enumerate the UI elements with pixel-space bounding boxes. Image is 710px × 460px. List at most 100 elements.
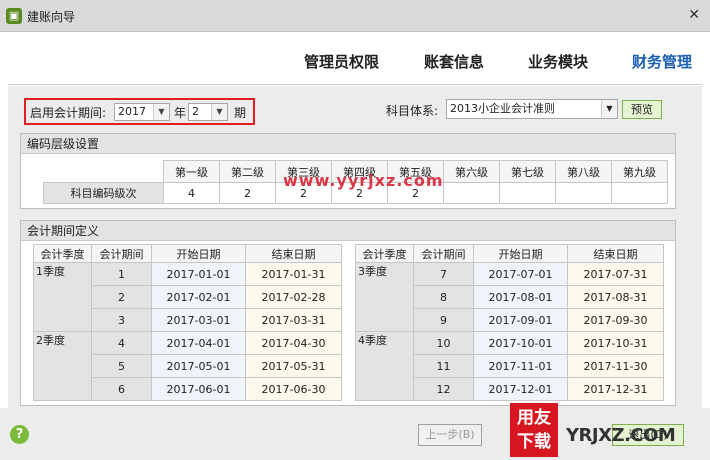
end-date-cell[interactable]: 2017-06-30 <box>245 377 342 401</box>
chevron-down-icon[interactable]: ▼ <box>153 104 169 120</box>
end-date-cell[interactable]: 2017-04-30 <box>245 331 342 355</box>
start-date-cell[interactable]: 2017-04-01 <box>151 331 246 355</box>
watermark-logo-text: YRJXZ.COM <box>566 425 676 446</box>
level-header: 第七级 <box>499 160 556 183</box>
period-cell: 10 <box>413 331 474 355</box>
month-value: 2 <box>192 105 199 118</box>
col-end-date: 结束日期 <box>245 244 342 263</box>
end-date-cell[interactable]: 2017-05-31 <box>245 354 342 378</box>
end-date-cell[interactable]: 2017-09-30 <box>567 308 664 332</box>
table-row: 2季度 4 2017-04-01 2017-04-30 <box>33 331 342 401</box>
app-icon: ▣ <box>6 8 22 24</box>
start-date-cell[interactable]: 2017-06-01 <box>151 377 246 401</box>
period-table-left: 会计季度 会计期间 开始日期 结束日期 1季度 1 2017-01-01 201… <box>33 244 342 401</box>
quarter-cell: 3季度 <box>355 262 414 332</box>
level-value[interactable] <box>611 182 668 204</box>
level-header: 第六级 <box>443 160 500 183</box>
title-bar: ▣ 建账向导 ✕ <box>0 0 710 32</box>
start-date-cell[interactable]: 2017-08-01 <box>473 285 568 309</box>
step-finance-management[interactable]: 财务管理 <box>632 51 692 72</box>
period-cell: 9 <box>413 308 474 332</box>
help-icon[interactable]: ? <box>10 425 29 444</box>
level-header: 第九级 <box>611 160 668 183</box>
period-cell: 8 <box>413 285 474 309</box>
period-table-right: 会计季度 会计期间 开始日期 结束日期 3季度 7 2017-07-01 201… <box>355 244 664 401</box>
step-account-info[interactable]: 账套信息 <box>424 51 484 72</box>
col-period: 会计期间 <box>413 244 474 263</box>
end-date-cell[interactable]: 2017-11-30 <box>567 354 664 378</box>
period-cell: 3 <box>91 308 152 332</box>
code-level-title: 编码层级设置 <box>21 134 675 154</box>
start-date-cell[interactable]: 2017-12-01 <box>473 377 568 401</box>
month-unit: 期 <box>234 106 247 120</box>
period-cell: 5 <box>91 354 152 378</box>
year-select[interactable]: 2017 ▼ <box>114 103 170 121</box>
period-definition-title: 会计期间定义 <box>21 221 675 241</box>
end-date-cell[interactable]: 2017-07-31 <box>567 262 664 286</box>
end-date-cell[interactable]: 2017-12-31 <box>567 377 664 401</box>
year-value: 2017 <box>118 105 146 118</box>
table-corner <box>43 160 164 183</box>
badge-bottom-text: 下载 <box>517 432 551 452</box>
chevron-down-icon[interactable]: ▼ <box>211 104 227 120</box>
subject-system-label: 科目体系: <box>386 104 439 118</box>
start-period-label: 启用会计期间: <box>30 106 107 120</box>
col-period: 会计期间 <box>91 244 152 263</box>
period-cell: 4 <box>91 331 152 355</box>
level-value[interactable]: 4 <box>163 182 220 204</box>
close-icon[interactable]: ✕ <box>688 7 700 23</box>
end-date-cell[interactable]: 2017-10-31 <box>567 331 664 355</box>
start-date-cell[interactable]: 2017-01-01 <box>151 262 246 286</box>
period-definition-group: 会计期间定义 会计季度 会计期间 开始日期 结束日期 1季度 1 2017-01… <box>20 220 676 406</box>
preview-button[interactable]: 预览 <box>622 100 662 119</box>
start-date-cell[interactable]: 2017-09-01 <box>473 308 568 332</box>
col-start-date: 开始日期 <box>473 244 568 263</box>
level-header: 第二级 <box>219 160 276 183</box>
period-cell: 11 <box>413 354 474 378</box>
level-header: 第一级 <box>163 160 220 183</box>
level-header: 第八级 <box>555 160 612 183</box>
end-date-cell[interactable]: 2017-03-31 <box>245 308 342 332</box>
quarter-cell: 2季度 <box>33 331 92 401</box>
wizard-steps: 管理员权限 账套信息 业务模块 财务管理 <box>8 33 702 85</box>
level-value[interactable] <box>443 182 500 204</box>
start-period-box: 启用会计期间: 2017 ▼ 年 2 ▼ 期 <box>24 98 255 125</box>
start-date-cell[interactable]: 2017-03-01 <box>151 308 246 332</box>
end-date-cell[interactable]: 2017-02-28 <box>245 285 342 309</box>
period-cell: 2 <box>91 285 152 309</box>
period-cell: 7 <box>413 262 474 286</box>
end-date-cell[interactable]: 2017-08-31 <box>567 285 664 309</box>
badge-top-text: 用友 <box>517 408 551 428</box>
period-cell: 12 <box>413 377 474 401</box>
col-end-date: 结束日期 <box>567 244 664 263</box>
table-row: 1季度 1 2017-01-01 2017-01-31 <box>33 262 342 332</box>
code-level-row-label: 科目编码级次 <box>43 182 164 204</box>
wizard-content: 启用会计期间: 2017 ▼ 年 2 ▼ 期 科目体系: 2013小企业会计准则… <box>8 86 702 460</box>
end-date-cell[interactable]: 2017-01-31 <box>245 262 342 286</box>
watermark-logo-badge: 用友 下载 <box>510 403 558 457</box>
window-title: 建账向导 <box>27 10 76 24</box>
subject-system-select[interactable]: 2013小企业会计准则 ▼ <box>446 99 618 119</box>
prev-step-button[interactable]: 上一步(B) <box>418 424 482 446</box>
period-cell: 6 <box>91 377 152 401</box>
subject-system-value: 2013小企业会计准则 <box>450 102 555 115</box>
year-unit: 年 <box>174 106 187 120</box>
start-date-cell[interactable]: 2017-07-01 <box>473 262 568 286</box>
start-date-cell[interactable]: 2017-10-01 <box>473 331 568 355</box>
quarter-cell: 4季度 <box>355 331 414 401</box>
step-admin-rights[interactable]: 管理员权限 <box>304 51 379 72</box>
start-date-cell[interactable]: 2017-05-01 <box>151 354 246 378</box>
month-select[interactable]: 2 ▼ <box>188 103 228 121</box>
start-date-cell[interactable]: 2017-02-01 <box>151 285 246 309</box>
level-value[interactable] <box>555 182 612 204</box>
start-date-cell[interactable]: 2017-11-01 <box>473 354 568 378</box>
table-row: 3季度 7 2017-07-01 2017-07-31 <box>355 262 664 332</box>
col-quarter: 会计季度 <box>355 244 414 263</box>
level-value[interactable] <box>499 182 556 204</box>
table-row: 4季度 10 2017-10-01 2017-10-31 <box>355 331 664 401</box>
period-cell: 1 <box>91 262 152 286</box>
chevron-down-icon[interactable]: ▼ <box>601 100 617 118</box>
level-value[interactable]: 2 <box>219 182 276 204</box>
col-quarter: 会计季度 <box>33 244 92 263</box>
step-business-modules[interactable]: 业务模块 <box>528 51 588 72</box>
